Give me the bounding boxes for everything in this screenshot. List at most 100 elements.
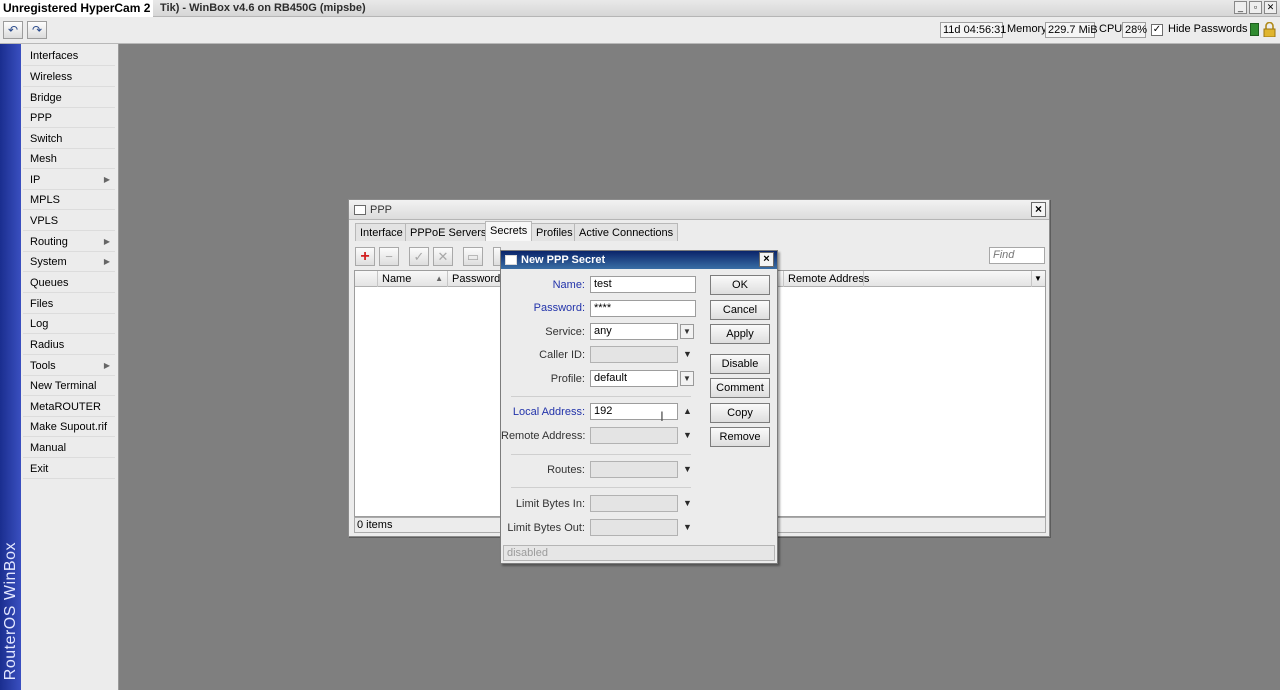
- menu-item-bridge[interactable]: Bridge: [23, 88, 115, 108]
- menu-item-label: Interfaces: [30, 50, 79, 62]
- comment-button[interactable]: Comment: [710, 378, 770, 398]
- limit-bytes-out-label: Limit Bytes Out:: [507, 522, 585, 534]
- profile-dropdown-icon[interactable]: ▼: [680, 371, 694, 386]
- menu-item-label: Tools: [30, 360, 56, 372]
- menu-item-exit[interactable]: Exit: [23, 459, 115, 479]
- uptime-readout: 11d 04:56:31: [940, 22, 1006, 38]
- menu-item-wireless[interactable]: Wireless: [23, 67, 115, 87]
- menu-item-mesh[interactable]: Mesh: [23, 149, 115, 169]
- service-dropdown-icon[interactable]: ▼: [680, 324, 694, 339]
- ok-button[interactable]: OK: [710, 275, 770, 295]
- cancel-button[interactable]: Cancel: [710, 300, 770, 320]
- local-address-collapse-icon[interactable]: ▲: [683, 406, 692, 416]
- menu-item-make-supout[interactable]: Make Supout.rif: [23, 417, 115, 437]
- apply-button[interactable]: Apply: [710, 324, 770, 344]
- ppp-window-close-icon[interactable]: ×: [1031, 202, 1046, 217]
- limit-bytes-in-label: Limit Bytes In:: [515, 498, 585, 510]
- hide-passwords-label: Hide Passwords: [1168, 23, 1248, 35]
- remote-address-label: Remote Address:: [501, 430, 586, 442]
- submenu-arrow-icon: ▶: [103, 175, 110, 184]
- profile-select[interactable]: default: [590, 370, 678, 387]
- tab-pppoe-servers[interactable]: PPPoE Servers: [405, 223, 492, 241]
- menu-item-label: System: [30, 256, 67, 268]
- enable-icon[interactable]: ✓: [409, 247, 429, 266]
- password-field[interactable]: ****: [590, 300, 696, 317]
- service-label: Service:: [545, 326, 585, 338]
- submenu-arrow-icon: ▶: [103, 361, 110, 370]
- service-select[interactable]: any: [590, 323, 678, 340]
- window-icon: [354, 205, 366, 215]
- add-icon[interactable]: +: [355, 247, 375, 266]
- tab-interface[interactable]: Interface: [355, 223, 408, 241]
- limit-bytes-in-field[interactable]: [590, 495, 678, 512]
- caller-id-label: Caller ID:: [539, 349, 585, 361]
- menu-item-radius[interactable]: Radius: [23, 335, 115, 355]
- menu-item-system[interactable]: System ▶: [23, 252, 115, 272]
- tab-profiles[interactable]: Profiles: [531, 223, 578, 241]
- limit-bytes-out-field[interactable]: [590, 519, 678, 536]
- disable-button[interactable]: Disable: [710, 354, 770, 374]
- menu-item-ppp[interactable]: PPP: [23, 108, 115, 128]
- memory-readout: 229.7 MiB: [1045, 22, 1098, 38]
- dialog-titlebar[interactable]: New PPP Secret ×: [501, 251, 777, 269]
- name-field[interactable]: test: [590, 276, 696, 293]
- tab-secrets[interactable]: Secrets: [485, 221, 533, 241]
- limit-bytes-in-dropdown-icon[interactable]: ▼: [683, 498, 692, 508]
- menu-item-manual[interactable]: Manual: [23, 438, 115, 458]
- local-address-field[interactable]: 192: [590, 403, 678, 420]
- menu-item-label: MetaROUTER: [30, 401, 101, 413]
- main-toolbar: ↶ ↷ 11d 04:56:31 Memory: 229.7 MiB CPU: …: [0, 17, 1280, 44]
- remote-address-field[interactable]: [590, 427, 678, 444]
- menu-item-log[interactable]: Log: [23, 314, 115, 334]
- close-button[interactable]: ✕: [1264, 1, 1277, 14]
- remote-address-dropdown-icon[interactable]: ▼: [683, 430, 692, 440]
- copy-button[interactable]: Copy: [710, 403, 770, 423]
- routes-label: Routes:: [547, 464, 585, 476]
- menu-item-vpls[interactable]: VPLS: [23, 211, 115, 231]
- menu-item-routing[interactable]: Routing ▶: [23, 232, 115, 252]
- col-flags[interactable]: [355, 271, 377, 287]
- col-name[interactable]: Name ▲: [377, 271, 447, 287]
- routes-field[interactable]: [590, 461, 678, 478]
- restore-button[interactable]: ▫: [1249, 1, 1262, 14]
- col-remote-address[interactable]: Remote Address: [783, 271, 869, 287]
- minimize-button[interactable]: _: [1234, 1, 1247, 14]
- ppp-window-title: PPP: [370, 204, 393, 216]
- caller-id-field[interactable]: [590, 346, 678, 363]
- menu-item-label: Radius: [30, 339, 65, 351]
- remove-button[interactable]: Remove: [710, 427, 770, 447]
- find-input[interactable]: Find: [989, 247, 1045, 264]
- limit-bytes-out-dropdown-icon[interactable]: ▼: [683, 522, 692, 532]
- tab-active-connections[interactable]: Active Connections: [574, 223, 679, 241]
- ppp-window-titlebar[interactable]: PPP ×: [349, 200, 1049, 220]
- menu-item-label: Log: [30, 318, 49, 330]
- column-menu-icon[interactable]: ▼: [1031, 271, 1045, 287]
- menu-item-label: Manual: [30, 442, 67, 454]
- undo-icon[interactable]: ↶: [3, 21, 23, 39]
- menu-item-mpls[interactable]: MPLS: [23, 190, 115, 210]
- menu-item-queues[interactable]: Queues: [23, 273, 115, 293]
- menu-item-label: IP: [30, 174, 41, 186]
- remove-icon[interactable]: −: [379, 247, 399, 266]
- disable-icon[interactable]: ✕: [433, 247, 453, 266]
- menu-item-label: Make Supout.rif: [30, 421, 108, 433]
- routes-dropdown-icon[interactable]: ▼: [683, 464, 692, 474]
- recorder-watermark: Unregistered HyperCam 2: [0, 0, 154, 17]
- menu-item-new-terminal[interactable]: New Terminal: [23, 376, 115, 396]
- menu-item-ip[interactable]: IP ▶: [23, 170, 115, 190]
- menu-item-label: Bridge: [30, 92, 62, 104]
- caller-id-dropdown-icon[interactable]: ▼: [683, 349, 692, 359]
- dialog-close-icon[interactable]: ×: [759, 252, 774, 267]
- menu-item-switch[interactable]: Switch: [23, 129, 115, 149]
- menu-item-metarouter[interactable]: MetaROUTER: [23, 397, 115, 417]
- profile-label: Profile:: [550, 373, 585, 385]
- col-password[interactable]: Password: [447, 271, 501, 287]
- menu-item-tools[interactable]: Tools ▶: [23, 356, 115, 376]
- submenu-arrow-icon: ▶: [103, 257, 110, 266]
- menu-item-interfaces[interactable]: Interfaces: [23, 46, 115, 66]
- hide-passwords-checkbox[interactable]: ✓: [1151, 24, 1163, 36]
- comment-icon[interactable]: ▭: [463, 247, 483, 266]
- redo-icon[interactable]: ↷: [27, 21, 47, 39]
- main-menu: Interfaces Wireless Bridge PPP Switch Me…: [21, 44, 119, 690]
- menu-item-files[interactable]: Files: [23, 294, 115, 314]
